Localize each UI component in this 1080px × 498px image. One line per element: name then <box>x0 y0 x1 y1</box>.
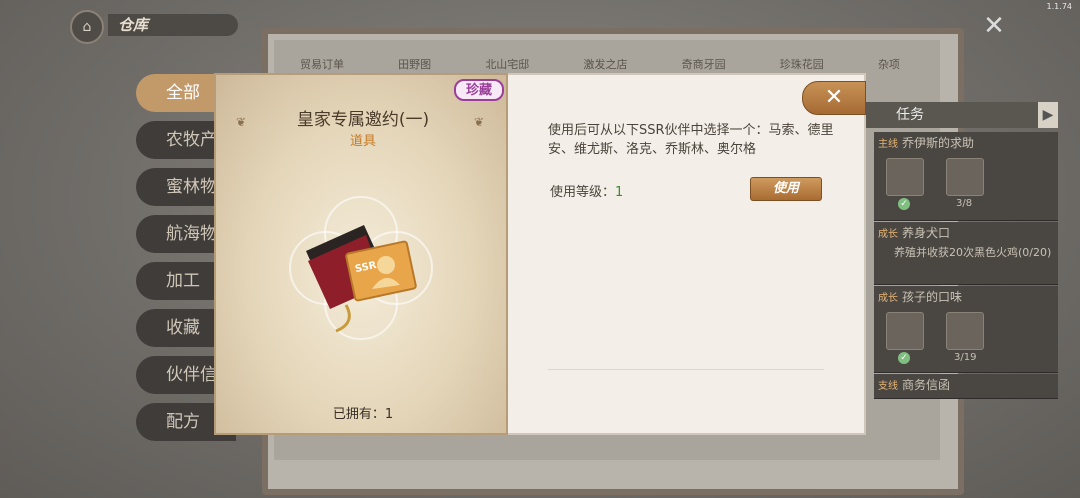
task-item[interactable]: 成长 孩子的口味 ✓ 3/19 <box>874 286 1058 373</box>
version-label: 1.1.74 <box>1046 2 1072 11</box>
task-item[interactable]: 支线 商务信函 <box>874 374 1058 399</box>
item-description: 使用后可从以下SSR伙伴中选择一个：马索、德里安、维尤斯、洛克、乔斯林、奥尔格 <box>548 123 834 157</box>
close-icon: ✕ <box>983 11 1005 41</box>
page-title: 仓库 <box>108 14 238 36</box>
invitation-card-icon: SSR <box>289 196 433 340</box>
task-header-label: 任务 <box>896 107 924 123</box>
item-preview-pane: 珍藏 ❦ 皇家专属邀约(一) ❦ 道具 SSR 已拥有：1 <box>214 73 508 435</box>
check-icon: ✓ <box>898 352 910 364</box>
task-tag: 成长 <box>878 229 898 240</box>
task-item-food-icon <box>946 158 984 196</box>
use-level-value: 1 <box>615 185 624 200</box>
task-item[interactable]: 主线 乔伊斯的求助 ✓ 3/8 <box>874 132 1058 221</box>
task-name: 孩子的口味 <box>902 290 963 304</box>
task-tag: 支线 <box>878 381 898 392</box>
close-main-button[interactable]: ✕ <box>980 12 1008 40</box>
home-icon: ⌂ <box>82 19 92 35</box>
use-level: 使用等级：1 <box>550 181 623 200</box>
task-name: 商务信函 <box>902 378 951 392</box>
task-item-branch-icon <box>886 158 924 196</box>
check-icon: ✓ <box>898 198 910 210</box>
close-icon: ✕ <box>824 85 844 110</box>
task-item-berry-icon <box>886 312 924 350</box>
item-info-pane: 使用后可从以下SSR伙伴中选择一个：马索、德里安、维尤斯、洛克、乔斯林、奥尔格 … <box>508 73 866 435</box>
background-tab: 杂项 <box>877 58 900 71</box>
task-name: 乔伊斯的求助 <box>902 136 975 150</box>
task-description: 养殖并收获20次黑色火鸡(0/20) <box>894 246 1052 259</box>
divider <box>548 369 824 370</box>
task-count: 3/19 <box>954 352 977 363</box>
item-type: 道具 <box>349 134 376 149</box>
rarity-badge: 珍藏 <box>454 79 504 101</box>
task-panel: 任务 ▶ 主线 乔伊斯的求助 ✓ 3/8 成长 养身犬口 养殖并收获20次黑色火鸡(… <box>862 102 1058 402</box>
owned-count: 已拥有：1 <box>332 407 394 422</box>
task-count: 3/8 <box>956 198 973 209</box>
item-name: 皇家专属邀约(一) <box>296 110 430 130</box>
dialog-close-button[interactable]: ✕ <box>802 81 866 115</box>
home-button[interactable]: ⌂ <box>70 10 104 44</box>
task-tag: 主线 <box>878 139 898 150</box>
ornament-right-icon: ❦ <box>474 115 485 129</box>
task-panel-header[interactable]: 任务 <box>866 102 1042 128</box>
task-item[interactable]: 成长 养身犬口 养殖并收获20次黑色火鸡(0/20) <box>874 222 1058 285</box>
task-expand-arrow-icon[interactable]: ▶ <box>1038 102 1058 128</box>
item-detail-dialog: 珍藏 ❦ 皇家专属邀约(一) ❦ 道具 SSR 已拥有：1 使用后可从以下SSR… <box>214 73 866 435</box>
use-level-label: 使用等级： <box>550 185 616 200</box>
task-name: 养身犬口 <box>902 226 951 240</box>
use-button[interactable]: 使用 <box>750 177 822 201</box>
task-tag: 成长 <box>878 293 898 304</box>
task-item-dish-icon <box>946 312 984 350</box>
